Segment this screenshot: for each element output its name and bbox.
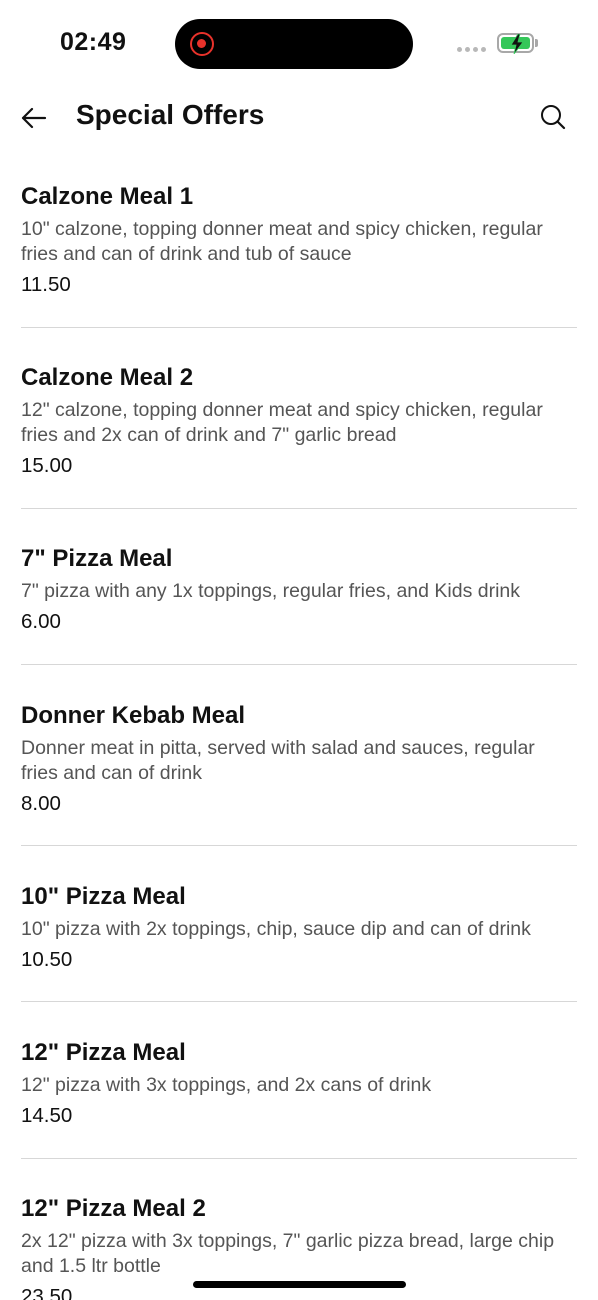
offer-item[interactable]: 10" Pizza Meal 10" pizza with 2x topping… — [21, 882, 577, 973]
offer-name: Calzone Meal 1 — [21, 183, 194, 210]
offer-description: 2x 12" pizza with 3x toppings, 7" garlic… — [21, 1230, 555, 1277]
offer-name: Calzone Meal 2 — [21, 364, 194, 391]
offer-description: 10" calzone, topping donner meat and spi… — [21, 218, 543, 265]
offer-price: 10.50 — [21, 948, 73, 971]
offer-item[interactable]: 7" Pizza Meal 7" pizza with any 1x toppi… — [21, 544, 577, 635]
divider — [21, 508, 577, 509]
offer-name: 10" Pizza Meal — [21, 883, 186, 910]
back-arrow-icon[interactable] — [18, 102, 50, 134]
battery-cap — [535, 39, 538, 47]
search-icon[interactable] — [538, 102, 568, 132]
battery-charging-icon — [497, 33, 534, 54]
offer-item[interactable]: Calzone Meal 2 12" calzone, topping donn… — [21, 363, 577, 479]
record-icon — [190, 32, 214, 56]
offer-description: 10" pizza with 2x toppings, chip, sauce … — [21, 918, 531, 940]
offer-price: 15.00 — [21, 454, 73, 477]
signal-icon — [457, 47, 486, 52]
screen: 02:49 Special Offers Calzone Meal 1 10" … — [0, 0, 598, 1300]
offer-price: 8.00 — [21, 792, 61, 815]
offer-name: 12" Pizza Meal 2 — [21, 1195, 206, 1222]
status-bar: 02:49 — [0, 0, 598, 88]
divider — [21, 1158, 577, 1159]
dynamic-island — [175, 19, 413, 69]
app-header: Special Offers — [0, 88, 598, 148]
offer-price: 14.50 — [21, 1104, 73, 1127]
status-time: 02:49 — [60, 28, 127, 56]
offer-description: 12" pizza with 3x toppings, and 2x cans … — [21, 1074, 432, 1096]
offer-description: 7" pizza with any 1x toppings, regular f… — [21, 580, 521, 602]
offer-item[interactable]: Donner Kebab Meal Donner meat in pitta, … — [21, 701, 577, 817]
offer-price: 6.00 — [21, 610, 61, 633]
offer-item[interactable]: Calzone Meal 1 10" calzone, topping donn… — [21, 182, 577, 298]
offer-description: Donner meat in pitta, served with salad … — [21, 737, 535, 784]
offer-name: Donner Kebab Meal — [21, 702, 246, 729]
divider — [21, 845, 577, 846]
home-indicator[interactable] — [193, 1281, 406, 1288]
offer-price: 11.50 — [21, 273, 71, 296]
offer-item[interactable]: 12" Pizza Meal 12" pizza with 3x topping… — [21, 1038, 577, 1129]
divider — [21, 1001, 577, 1002]
page-title: Special Offers — [76, 99, 265, 130]
offer-name: 12" Pizza Meal — [21, 1039, 186, 1066]
divider — [21, 327, 577, 328]
offer-name: 7" Pizza Meal — [21, 545, 173, 572]
divider — [21, 664, 577, 665]
offer-description: 12" calzone, topping donner meat and spi… — [21, 399, 543, 446]
